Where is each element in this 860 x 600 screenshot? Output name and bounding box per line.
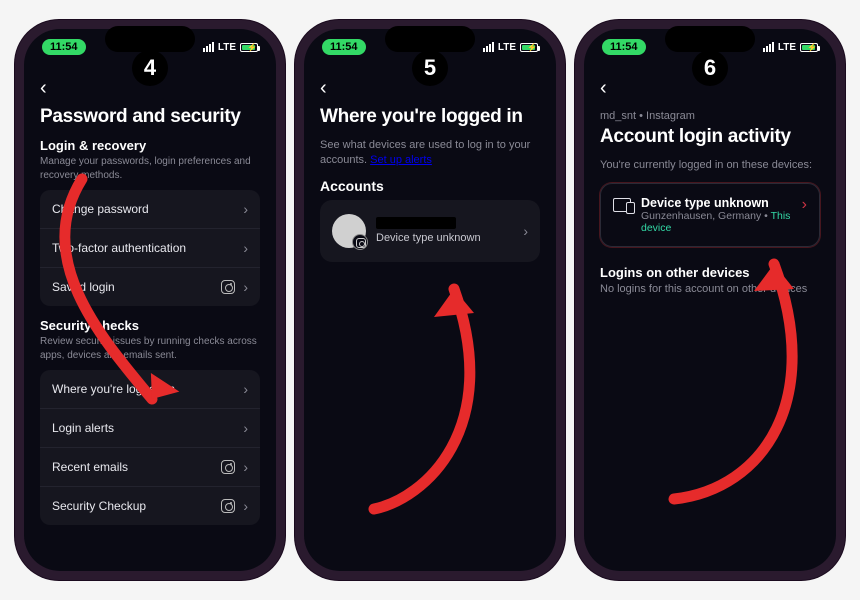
avatar [332,214,366,248]
status-right: LTE ⚡ [763,42,818,53]
row-two-factor[interactable]: Two-factor authentication › [40,228,260,267]
device-title: Device type unknown [641,196,792,210]
notch [665,26,755,52]
row-security-checkup[interactable]: Security Checkup › [40,486,260,525]
screen-where-logged-in: 11:54 LTE ⚡ ‹ Where you're logged in See… [304,29,556,571]
network-label: LTE [498,42,516,53]
account-card[interactable]: Device type unknown › [320,200,540,262]
battery-icon: ⚡ [240,43,258,52]
devices-icon [613,198,631,212]
signal-icon [763,42,774,52]
row-recent-emails[interactable]: Recent emails › [40,447,260,486]
row-saved-login[interactable]: Saved login › [40,267,260,306]
signal-icon [483,42,494,52]
row-label: Where you're logged in [52,382,175,396]
status-right: LTE ⚡ [483,42,538,53]
page-title: Account login activity [600,126,820,148]
status-time: 11:54 [42,39,86,55]
chevron-right-icon: › [243,201,248,217]
row-change-password[interactable]: Change password › [40,190,260,228]
row-label: Two-factor authentication [52,241,186,255]
chevron-right-icon: › [243,498,248,514]
section-login-recovery-title: Login & recovery [40,138,260,153]
accounts-header: Accounts [320,178,540,194]
network-label: LTE [778,42,796,53]
phone-frame: 4 11:54 LTE ⚡ ‹ Password and security Lo… [15,20,285,580]
row-where-logged-in[interactable]: Where you're logged in › [40,370,260,408]
notch [385,26,475,52]
battery-icon: ⚡ [520,43,538,52]
row-label: Recent emails [52,460,128,474]
breadcrumb: md_snt • Instagram [600,110,820,122]
device-line: Device type unknown [376,232,513,244]
security-checks-list: Where you're logged in › Login alerts › … [40,370,260,525]
chevron-right-icon: › [243,240,248,256]
row-label: Saved login [52,280,115,294]
row-label: Change password [52,202,149,216]
chevron-right-icon: › [243,381,248,397]
back-icon[interactable]: ‹ [320,71,327,102]
login-recovery-list: Change password › Two-factor authenticat… [40,190,260,306]
battery-icon: ⚡ [800,43,818,52]
instagram-icon [221,499,235,513]
page-title: Where you're logged in [320,106,540,128]
page-subtitle: See what devices are used to log in to y… [320,138,540,168]
screen-password-security: 11:54 LTE ⚡ ‹ Password and security Logi… [24,29,276,571]
chevron-right-icon: › [243,279,248,295]
status-time: 11:54 [322,39,366,55]
chevron-right-icon: › [243,459,248,475]
device-sub: Gunzenhausen, Germany • This device [641,210,792,234]
row-label: Security Checkup [52,499,146,513]
logins-other-title: Logins on other devices [600,265,820,280]
instagram-icon [356,238,366,248]
logins-other-sub: No logins for this account on other devi… [600,282,820,297]
screen-account-login-activity: 11:54 LTE ⚡ ‹ md_snt • Instagram Account… [584,29,836,571]
chevron-right-icon: › [802,196,807,214]
status-time: 11:54 [602,39,646,55]
phone-frame: 5 11:54 LTE ⚡ ‹ Where you're logged in S… [295,20,565,580]
back-icon[interactable]: ‹ [600,71,607,102]
phone-frame: 6 11:54 LTE ⚡ ‹ md_snt • Instagram Accou… [575,20,845,580]
row-login-alerts[interactable]: Login alerts › [40,408,260,447]
annotation-arrow [344,269,524,519]
signal-icon [203,42,214,52]
chevron-right-icon: › [243,420,248,436]
step-badge: 4 [132,50,168,86]
section-security-checks-sub: Review security issues by running checks… [40,335,260,362]
section-security-checks-title: Security checks [40,318,260,333]
device-location: Gunzenhausen, Germany • [641,210,771,222]
section-login-recovery-sub: Manage your passwords, login preferences… [40,155,260,182]
set-up-alerts-link[interactable]: Set up alerts [370,154,432,166]
network-label: LTE [218,42,236,53]
notch [105,26,195,52]
step-badge: 6 [692,50,728,86]
row-label: Login alerts [52,421,114,435]
back-icon[interactable]: ‹ [40,71,47,102]
redacted-username [376,217,456,229]
instagram-icon [221,280,235,294]
status-right: LTE ⚡ [203,42,258,53]
instagram-icon [221,460,235,474]
device-card[interactable]: Device type unknown Gunzenhausen, German… [600,183,820,247]
step-badge: 5 [412,50,448,86]
page-title: Password and security [40,106,260,128]
chevron-right-icon: › [523,223,528,239]
page-subtitle: You're currently logged in on these devi… [600,158,820,173]
